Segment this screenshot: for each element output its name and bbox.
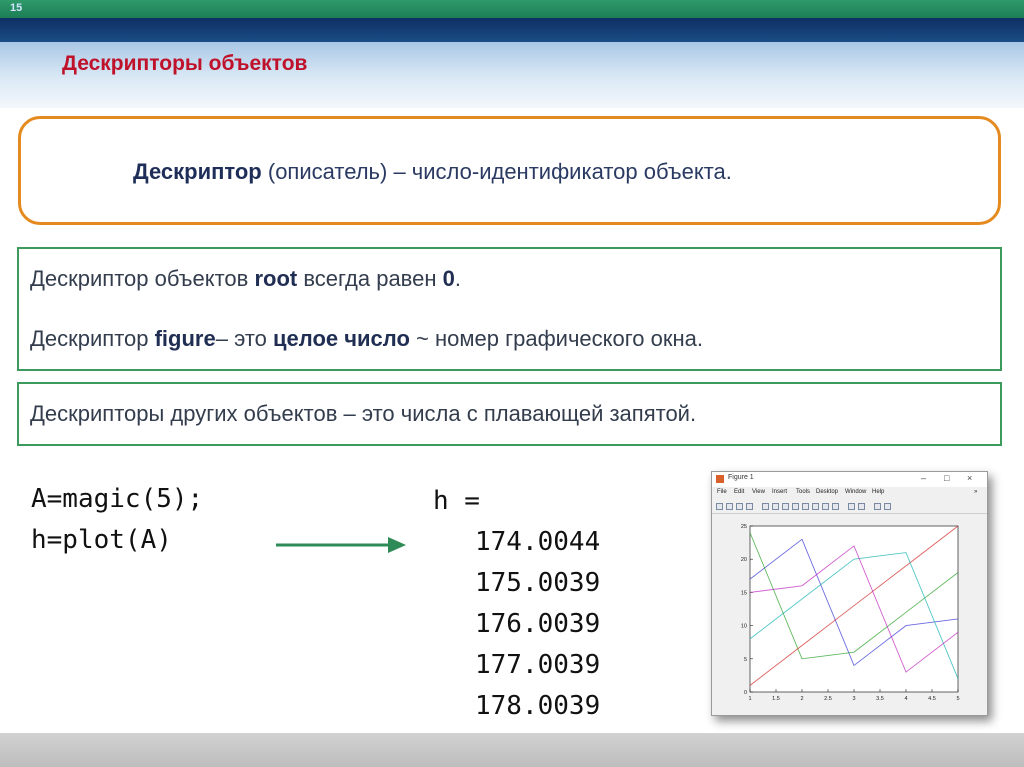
x-tick-label: 2 [800, 696, 803, 702]
slide-number: 15 [10, 2, 23, 14]
root-line-text-2: всегда равен [297, 266, 443, 291]
y-tick-label: 25 [741, 524, 747, 530]
open-file-icon[interactable] [726, 503, 733, 510]
top-strip [0, 0, 1024, 18]
line-plot: 1 1.5 2 2.5 3 3.5 4 4.5 5 0 5 10 15 20 25 [741, 524, 960, 702]
y-tick-label: 0 [744, 690, 747, 696]
definition-text: Дескриптор (описатель) – число-идентифик… [133, 159, 732, 185]
output-value: 176.0039 [475, 609, 601, 639]
figure-keyword: figure [154, 326, 216, 351]
menu-window[interactable]: Window [845, 489, 866, 495]
save-icon[interactable] [736, 503, 743, 510]
x-tick-label: 2.5 [824, 696, 832, 702]
data-cursor-icon[interactable] [812, 503, 819, 510]
rotate-icon[interactable] [802, 503, 809, 510]
colorbar-icon[interactable] [848, 503, 855, 510]
menu-tools[interactable]: Tools [796, 489, 810, 495]
maximize-button[interactable]: □ [944, 473, 949, 483]
output-value: 175.0039 [475, 568, 601, 598]
menu-edit[interactable]: Edit [734, 489, 744, 495]
menu-insert[interactable]: Insert [772, 489, 787, 495]
menu-chevron-icon[interactable]: » [974, 489, 977, 495]
integer-keyword: целое число [273, 326, 410, 351]
arrow-right-icon [276, 537, 406, 553]
float-handles-text: Дескрипторы других объектов – это числа … [30, 401, 697, 426]
x-tick-label: 4 [904, 696, 907, 702]
figure-toolbar [712, 500, 987, 514]
y-tick-label: 15 [741, 590, 747, 596]
minimize-button[interactable]: – [921, 473, 926, 483]
root-value: 0 [442, 266, 455, 291]
menu-view[interactable]: View [752, 489, 765, 495]
root-handle-line: Дескриптор объектов root всегда равен 0. [30, 266, 461, 292]
figure-line-text-1: Дескриптор [30, 326, 155, 351]
show-tools-icon[interactable] [884, 503, 891, 510]
legend-icon[interactable] [858, 503, 865, 510]
print-icon[interactable] [746, 503, 753, 510]
code-line-2: h=plot(A) [31, 525, 172, 555]
link-icon[interactable] [832, 503, 839, 510]
figure-handle-line: Дескриптор figure– это целое число ~ ном… [30, 326, 703, 352]
definition-term: Дескриптор [133, 159, 262, 184]
brush-icon[interactable] [822, 503, 829, 510]
menu-file[interactable]: File [717, 489, 727, 495]
matlab-figure-icon [716, 475, 724, 483]
edit-plot-icon[interactable] [762, 503, 769, 510]
zoom-out-icon[interactable] [782, 503, 789, 510]
root-line-text-1: Дескриптор объектов [30, 266, 255, 291]
figure-menubar: File Edit View Insert Tools Desktop Wind… [712, 487, 987, 499]
close-button[interactable]: × [967, 473, 972, 483]
footer-band [0, 733, 1024, 767]
output-label: h = [433, 486, 480, 516]
root-line-text-3: . [454, 266, 461, 291]
figure-titlebar: Figure 1 – □ × [712, 472, 987, 487]
output-value: 177.0039 [475, 650, 601, 680]
output-value: 174.0044 [475, 527, 601, 557]
y-tick-label: 5 [744, 657, 747, 663]
menu-desktop[interactable]: Desktop [816, 489, 838, 495]
x-tick-label: 1 [748, 696, 751, 702]
x-tick-label: 1.5 [772, 696, 780, 702]
figure-window: Figure 1 – □ × File Edit View Insert Too… [711, 471, 988, 716]
x-tick-label: 3 [852, 696, 855, 702]
pan-icon[interactable] [792, 503, 799, 510]
figure-line-text-3: ~ номер графического окна. [409, 326, 704, 351]
y-tick-label: 20 [741, 557, 747, 563]
output-value: 178.0039 [475, 691, 601, 721]
zoom-in-icon[interactable] [772, 503, 779, 510]
root-keyword: root [254, 266, 298, 291]
y-tick-label: 10 [741, 624, 747, 630]
header-dark-band [0, 18, 1024, 42]
code-line-1: A=magic(5); [31, 484, 204, 514]
page-title: Дескрипторы объектов [62, 52, 308, 75]
x-tick-label: 3.5 [876, 696, 884, 702]
hide-tools-icon[interactable] [874, 503, 881, 510]
figure-line-text-2: – это [215, 326, 274, 351]
menu-help[interactable]: Help [872, 489, 884, 495]
new-figure-icon[interactable] [716, 503, 723, 510]
x-tick-label: 5 [956, 696, 959, 702]
definition-rest: (описатель) – число-идентификатор объект… [261, 159, 732, 184]
figure-title: Figure 1 [728, 474, 754, 481]
x-tick-label: 4.5 [928, 696, 936, 702]
